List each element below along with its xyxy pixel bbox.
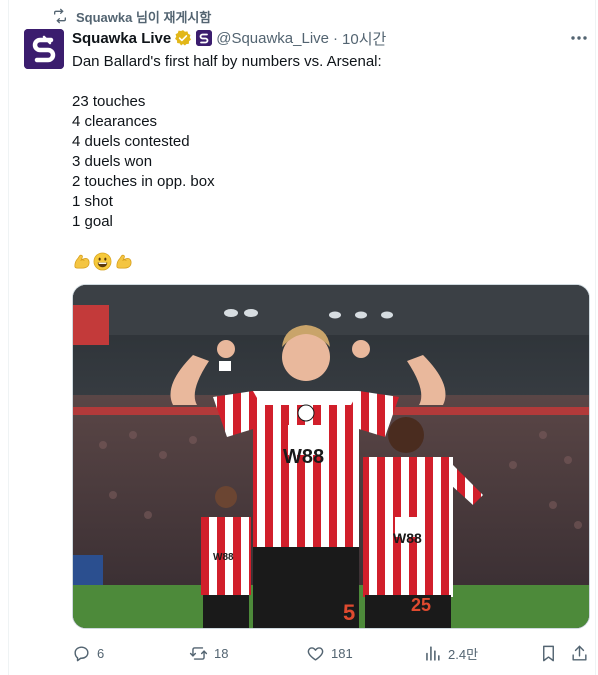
repost-button[interactable]: 18 bbox=[189, 642, 228, 664]
svg-text:W88: W88 bbox=[213, 552, 234, 563]
emoji-row bbox=[72, 252, 133, 272]
grinning-face-icon bbox=[93, 252, 112, 271]
heart-icon bbox=[307, 646, 324, 661]
svg-text:5: 5 bbox=[343, 600, 355, 625]
like-count: 181 bbox=[331, 645, 353, 661]
share-button[interactable] bbox=[570, 642, 589, 664]
tweet-line: 2 touches in opp. box bbox=[72, 173, 215, 190]
more-options-button[interactable] bbox=[569, 30, 589, 46]
repost-context[interactable]: Squawka 님이 재게시함 bbox=[52, 6, 211, 26]
tweet-actions: 6 18 181 2.4만 bbox=[72, 642, 590, 664]
flexed-biceps-icon bbox=[116, 254, 132, 269]
repost-count: 18 bbox=[214, 645, 229, 661]
tweet-line: 1 shot bbox=[72, 193, 113, 210]
tweet-text: Dan Ballard's first half by numbers vs. … bbox=[72, 52, 572, 232]
tweet-photo[interactable]: W88 W88 25 W88 5 bbox=[72, 284, 590, 629]
more-icon bbox=[571, 36, 587, 40]
analytics-icon bbox=[426, 645, 440, 661]
bookmark-icon bbox=[543, 645, 554, 661]
repost-icon bbox=[54, 8, 66, 24]
tweet-line: Dan Ballard's first half by numbers vs. … bbox=[72, 53, 382, 70]
tweet-line: 4 duels contested bbox=[72, 133, 190, 150]
svg-text:25: 25 bbox=[411, 595, 431, 615]
repost-label: Squawka 님이 재게시함 bbox=[76, 9, 212, 25]
tweet-line: 23 touches bbox=[72, 93, 146, 110]
tweet-line: 4 clearances bbox=[72, 113, 158, 130]
verified-badge-icon[interactable] bbox=[174, 29, 192, 47]
share-icon bbox=[572, 645, 587, 661]
author-name[interactable]: Squawka Live bbox=[72, 30, 171, 47]
tweet-line: 1 goal bbox=[72, 213, 113, 230]
tweet-line: 3 duels won bbox=[72, 153, 153, 170]
view-count: 2.4만 bbox=[448, 646, 479, 662]
squawka-logo-icon bbox=[24, 29, 64, 69]
reply-count: 6 bbox=[97, 645, 105, 661]
avatar[interactable] bbox=[24, 29, 64, 69]
repost-icon bbox=[189, 646, 208, 660]
author-handle[interactable]: @Squawka_Live bbox=[216, 30, 329, 47]
affiliate-badge-icon[interactable] bbox=[196, 30, 213, 46]
tweet-header: Squawka Live @Squawka_Live · 10시간 bbox=[72, 28, 386, 48]
like-button[interactable]: 181 bbox=[306, 642, 353, 664]
flexed-biceps-icon bbox=[74, 254, 90, 269]
reply-button[interactable]: 6 bbox=[72, 642, 104, 664]
svg-text:W88: W88 bbox=[393, 530, 422, 546]
player-celebration-image: W88 W88 25 W88 5 bbox=[73, 285, 589, 628]
svg-text:W88: W88 bbox=[283, 446, 324, 468]
separator-dot: · bbox=[333, 29, 339, 47]
timestamp[interactable]: 10시간 bbox=[342, 28, 386, 49]
reply-icon bbox=[74, 645, 89, 661]
views-button[interactable]: 2.4만 bbox=[423, 642, 478, 664]
bookmark-button[interactable] bbox=[539, 642, 558, 664]
